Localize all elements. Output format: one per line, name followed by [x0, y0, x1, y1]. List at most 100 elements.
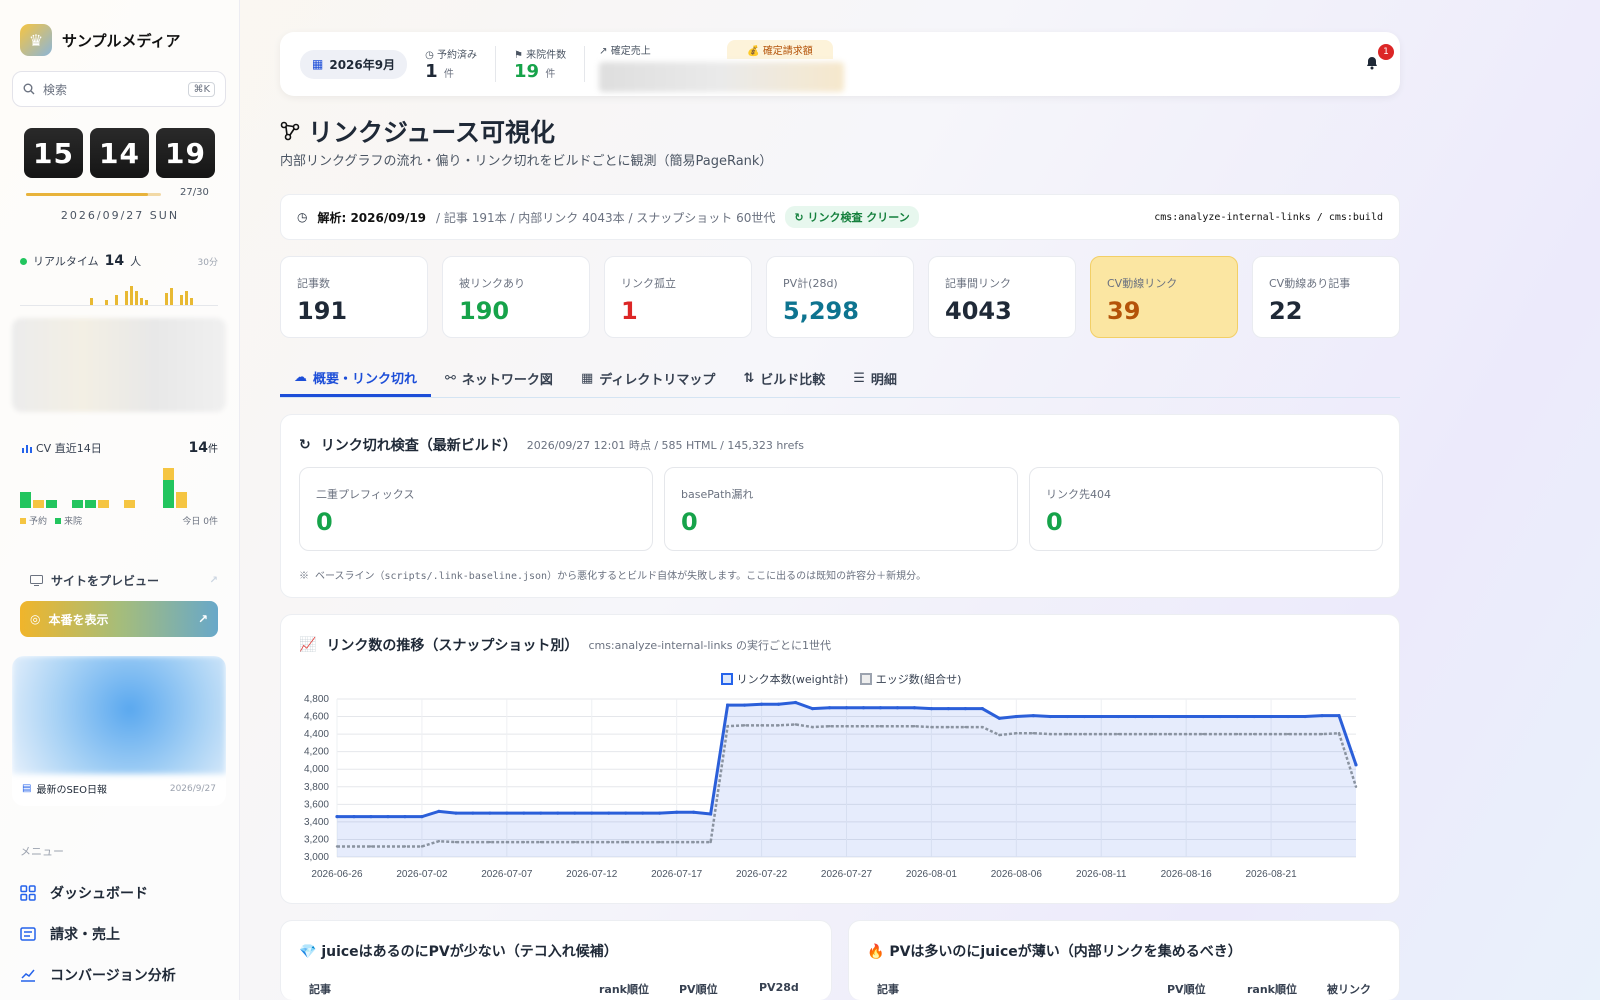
data-point-weight	[505, 811, 509, 815]
data-point-edges	[1184, 732, 1188, 736]
page-subtitle: 内部リンクグラフの流れ・偏り・リンク切れをビルドごとに観測（簡易PageRank…	[280, 154, 773, 169]
kpi-pv: PV計(28d) 5,298	[766, 256, 914, 338]
check-value: 0	[316, 508, 333, 536]
x-tick-label: 2026-08-16	[1161, 869, 1213, 880]
col-header[interactable]: rank順位	[1247, 981, 1297, 997]
tab-details[interactable]: ☰ 明細	[839, 360, 911, 397]
kpi-label: 記事間リンク	[945, 277, 1011, 290]
data-point-edges	[488, 840, 492, 844]
legend-visit-label: 来院	[64, 517, 83, 527]
x-tick-label: 2026-08-11	[1076, 869, 1127, 880]
data-point-edges	[658, 840, 661, 844]
seo-report-card[interactable]: ▤ 最新のSEO日報 2026/9/27	[12, 656, 226, 806]
legend-weight[interactable]: リンク本数(weight計)	[720, 671, 848, 687]
check-label: basePath漏れ	[681, 488, 754, 501]
link-check-header: ↻ リンク切れ検査（最新ビルド） 2026/09/27 12:01 時点 / 5…	[299, 435, 804, 455]
juice-high-pv-low-panel: 💎 juiceはあるのにPVが少ない（テコ入れ候補） 記事 rank順位 PV順…	[280, 920, 832, 1000]
col-header[interactable]: PV28d	[759, 981, 799, 994]
y-tick-label: 4,200	[304, 747, 329, 758]
data-point-edges	[1201, 732, 1205, 736]
stat-reserved-label-wrap: ◷ 予約済み	[425, 46, 477, 61]
link-check-status: リンク検査 クリーン	[807, 211, 910, 224]
sidebar: ♛ サンプルメディア 検索 ⌘K 15 14 19 27/30 2026/09/…	[0, 0, 240, 1000]
data-point-weight	[827, 706, 832, 710]
data-point-weight	[726, 703, 730, 707]
cv-legend: 予約 来院 今日 0件	[20, 514, 218, 527]
live-dot-icon	[20, 257, 27, 265]
cv-day-bar	[72, 500, 83, 508]
sales-label: 確定売上	[610, 46, 651, 57]
analysis-stats: / 記事 191本 / 内部リンク 4043本 / スナップショット 60世代	[436, 210, 776, 225]
bell-icon	[1367, 57, 1377, 70]
data-point-weight	[776, 702, 781, 706]
legend-edges[interactable]: エッジ数(組合せ)	[859, 671, 961, 687]
view-production-button[interactable]: ◎ 本番を表示 ↗	[20, 601, 218, 637]
data-point-edges	[641, 840, 644, 844]
cv-day-bar	[33, 500, 44, 508]
search-icon	[23, 83, 35, 95]
col-header[interactable]: 被リンク	[1327, 981, 1371, 997]
realtime-visitors: リアルタイム 14 人 30分	[20, 253, 218, 269]
data-point-weight	[403, 815, 407, 819]
kpi-articles: 記事数 191	[280, 256, 428, 338]
tab-overview[interactable]: ☁ 概要・リンク切れ	[280, 360, 432, 397]
tab-label: ネットワーク図	[461, 373, 553, 388]
cv-reserve-segment	[163, 468, 174, 480]
menu-item-dashboard[interactable]: ダッシュボード	[20, 872, 230, 913]
data-point-edges	[522, 840, 526, 844]
col-header[interactable]: PV順位	[679, 981, 718, 997]
data-point-edges	[726, 725, 729, 728]
link-check-title: リンク切れ検査（最新ビルド）	[320, 438, 517, 454]
col-header[interactable]: 記事	[309, 981, 331, 997]
tab-label: ビルド比較	[760, 373, 826, 388]
data-point-weight	[420, 815, 424, 819]
data-point-edges	[1303, 732, 1307, 736]
menu-label-conversion: コンバージョン分析	[50, 967, 176, 984]
search-input[interactable]: 検索 ⌘K	[12, 71, 226, 107]
cv-visit-segment	[72, 500, 83, 508]
data-point-weight	[641, 811, 645, 815]
kpi-value: 5,298	[783, 297, 859, 325]
brand[interactable]: ♛ サンプルメディア	[20, 24, 181, 56]
data-point-weight	[946, 707, 951, 711]
month-selector[interactable]: ▦ 2026年9月	[300, 49, 408, 79]
cv-unit: 件	[208, 444, 218, 455]
col-header[interactable]: PV順位	[1167, 981, 1206, 997]
refresh-icon: ↻	[794, 211, 804, 224]
data-point-edges	[335, 845, 339, 848]
y-tick-label: 3,000	[304, 852, 329, 863]
notifications-button[interactable]: 1	[1364, 44, 1394, 74]
chart-icon	[21, 969, 35, 982]
preview-site-link[interactable]: サイトをプレビュー ↗	[20, 567, 218, 593]
data-point-weight	[1150, 714, 1154, 719]
data-point-weight	[1116, 714, 1120, 719]
sales-blurred-value	[599, 62, 845, 92]
data-point-weight	[1065, 714, 1069, 719]
legend-swatch	[720, 673, 733, 685]
realtime-bar	[180, 295, 183, 305]
menu-item-conversion[interactable]: コンバージョン分析	[20, 954, 230, 995]
y-tick-label: 3,600	[304, 799, 329, 810]
data-point-edges	[1218, 732, 1222, 736]
tab-network[interactable]: ⚯ ネットワーク図	[431, 360, 567, 397]
current-date: 2026/09/27 SUN	[60, 209, 180, 222]
kpi-label: CV動線リンク	[1107, 277, 1178, 290]
data-point-edges	[692, 840, 695, 844]
x-tick-label: 2026-08-21	[1246, 869, 1298, 880]
data-point-edges	[1337, 732, 1341, 735]
data-point-weight	[1303, 714, 1307, 719]
bar-chart-icon	[22, 444, 32, 453]
stat-reserved-unit: 件	[443, 69, 454, 80]
data-point-weight	[759, 702, 764, 706]
realtime-bar	[140, 297, 143, 305]
col-header[interactable]: 記事	[877, 981, 899, 997]
tab-directory-map[interactable]: ▦ ディレクトリマップ	[567, 360, 729, 397]
menu-item-billing[interactable]: 請求・売上	[20, 913, 230, 954]
data-point-edges	[1235, 732, 1239, 736]
col-header[interactable]: rank順位	[599, 981, 649, 997]
tab-build-compare[interactable]: ⇅ ビルド比較	[729, 360, 839, 397]
data-point-edges	[1354, 785, 1358, 788]
blurred-widget	[12, 318, 226, 412]
main-content: ▦ 2026年9月 ◷ 予約済み 1 件 ⚑ 来院件数 19 件 ↗ 確定売上 …	[280, 0, 1400, 1000]
clock-minutes: 14	[90, 128, 149, 178]
